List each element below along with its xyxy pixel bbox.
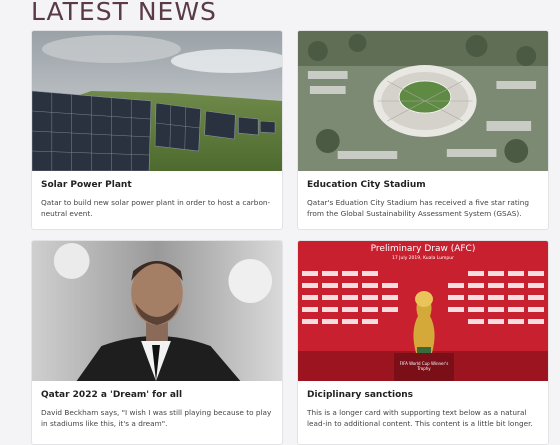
- draw-banner-heading: Preliminary Draw (AFC): [370, 244, 476, 254]
- draw-banner-image: Preliminary Draw (AFC) 17 July 2019, Kua…: [298, 241, 548, 381]
- card-text: David Beckham says, "I wish I was still …: [41, 408, 272, 428]
- card-text: Qatar to build new solar power plant in …: [41, 198, 271, 218]
- card-text: Qatar's Eduation City Stadium has receiv…: [307, 198, 530, 218]
- news-card-solar[interactable]: Solar Power Plant Qatar to build new sol…: [31, 30, 283, 230]
- news-card-sanctions[interactable]: Preliminary Draw (AFC) 17 July 2019, Kua…: [297, 240, 549, 445]
- draw-banner-subheading: 17 July 2019, Kuala Lumpur: [392, 256, 454, 261]
- card-title[interactable]: Solar Power Plant: [41, 180, 273, 190]
- trophy-caption: FIFA World Cup Winner's Trophy: [399, 361, 449, 371]
- news-card-beckham[interactable]: Qatar 2022 a 'Dream' for all David Beckh…: [31, 240, 283, 445]
- beckham-photo: [32, 241, 282, 381]
- solar-panels-image: [32, 31, 282, 171]
- card-title[interactable]: Education City Stadium: [307, 180, 539, 190]
- stadium-image: [298, 31, 548, 171]
- section-title: LATEST NEWS: [31, 0, 217, 26]
- card-text: This is a longer card with supporting te…: [307, 408, 533, 428]
- card-title[interactable]: Qatar 2022 a 'Dream' for all: [41, 390, 273, 400]
- news-card-stadium[interactable]: Education City Stadium Qatar's Eduation …: [297, 30, 549, 230]
- card-title[interactable]: Diciplinary sanctions: [307, 390, 539, 400]
